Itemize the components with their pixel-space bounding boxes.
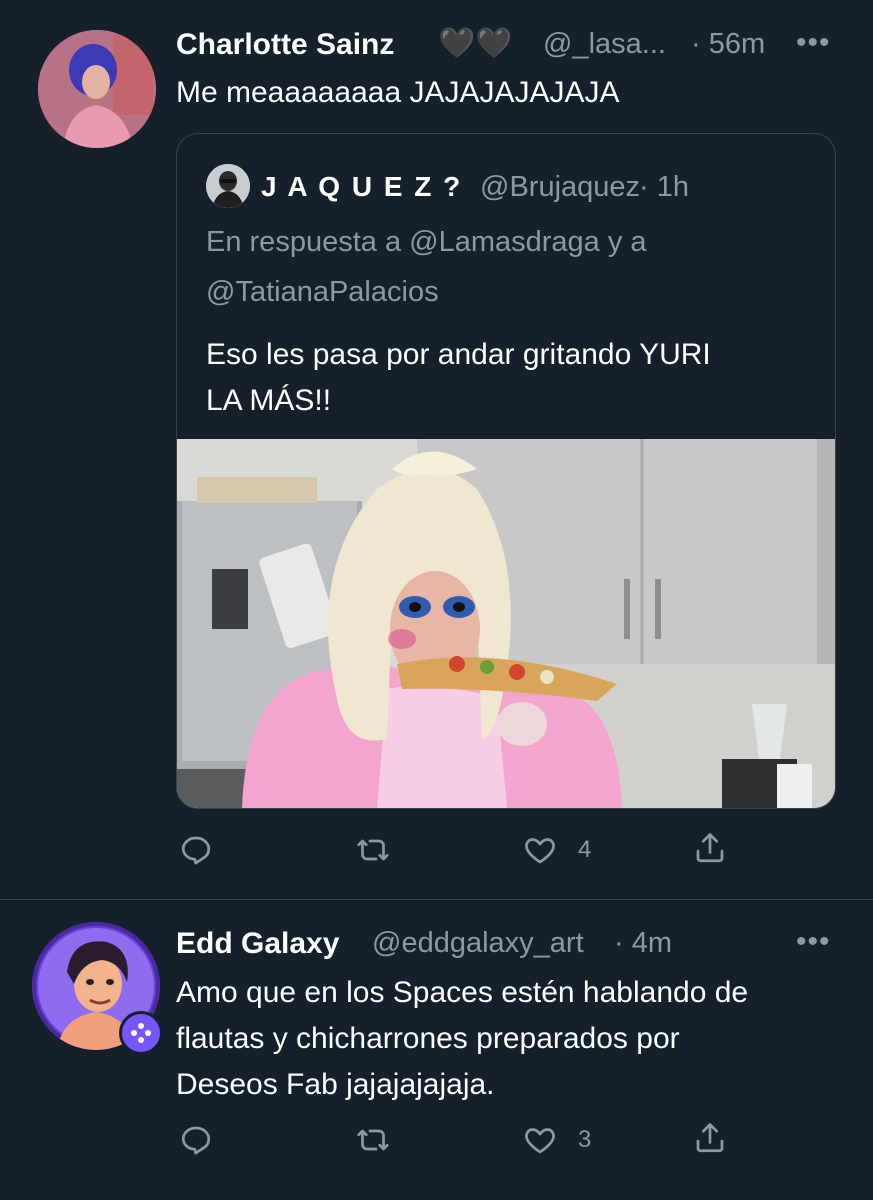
reply-context-line-1: En respuesta a @Lamasdraga y a [206, 226, 647, 258]
heart-emoji: 🖤🖤 [438, 27, 513, 60]
share-button[interactable] [692, 1120, 728, 1156]
author-avatar[interactable] [38, 30, 156, 148]
tweet-text-line-1: Amo que en los Spaces estén hablando de [176, 976, 749, 1009]
quote-time[interactable]: · 1h [639, 171, 689, 204]
tweet-time[interactable]: · 4m [614, 927, 672, 960]
quote-author-handle[interactable]: @Brujaquez [480, 171, 640, 204]
retweet-button[interactable] [355, 832, 391, 868]
quote-text-line-2: LA MÁS!! [206, 384, 332, 417]
share-icon [696, 1123, 724, 1153]
share-icon [696, 833, 724, 863]
like-button[interactable]: 4 [522, 832, 591, 868]
like-button[interactable]: 3 [522, 1122, 591, 1158]
more-icon[interactable]: ••• [796, 26, 831, 60]
media-illustration [177, 439, 835, 808]
reply-icon [181, 1126, 211, 1155]
quote-author-avatar [206, 164, 250, 208]
more-icon[interactable]: ••• [796, 925, 831, 959]
author-name[interactable]: Edd Galaxy [176, 927, 339, 961]
quoted-tweet[interactable]: J A Q U E Z ? @Brujaquez · 1h En respues… [176, 133, 836, 809]
avatar-image [38, 30, 156, 148]
share-button[interactable] [692, 830, 728, 866]
tweet-text-line-2: flautas y chicharrones preparados por [176, 1022, 680, 1055]
quote-text-line-1: Eso les pasa por andar gritando YURI [206, 338, 711, 371]
like-icon [525, 1128, 555, 1154]
like-icon [525, 838, 555, 864]
tweet-text: Me meaaaaaaaa JAJAJAJAJAJA [176, 76, 620, 109]
like-count: 3 [578, 1126, 592, 1153]
reply-button[interactable] [178, 1122, 214, 1158]
author-handle[interactable]: @_lasa... [543, 28, 666, 61]
quote-media-image[interactable] [177, 439, 835, 808]
tweet-time[interactable]: · 56m [691, 28, 765, 61]
reply-context-line-2[interactable]: @TatianaPalacios [206, 276, 439, 309]
gamepad-badge-icon [119, 1011, 163, 1055]
tweet-text-line-3: Deseos Fab jajajajajaja. [176, 1068, 495, 1101]
retweet-icon [357, 1129, 389, 1151]
retweet-icon [357, 839, 389, 861]
reply-icon [181, 836, 211, 865]
reply-button[interactable] [178, 832, 214, 868]
author-name[interactable]: Charlotte Sainz [176, 28, 394, 62]
tweet-divider [0, 899, 873, 900]
author-handle[interactable]: @eddgalaxy_art [372, 927, 584, 960]
like-count: 4 [578, 836, 592, 863]
retweet-button[interactable] [355, 1122, 391, 1158]
quote-author-name[interactable]: J A Q U E Z ? [261, 171, 462, 203]
